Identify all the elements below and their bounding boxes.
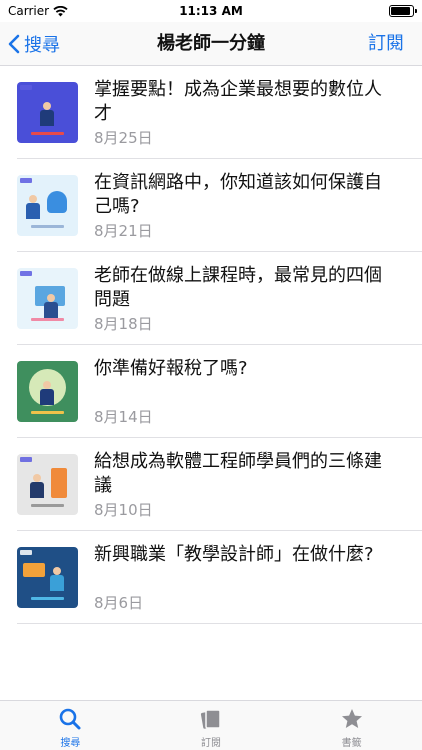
stack-icon bbox=[200, 709, 221, 729]
episode-thumbnail bbox=[17, 454, 78, 515]
episode-row[interactable]: 給想成為軟體工程師學員們的三條建議 8月10日 bbox=[0, 438, 422, 531]
episode-row[interactable]: 新興職業「教學設計師」在做什麼? 8月6日 bbox=[0, 531, 422, 624]
episode-row[interactable]: 老師在做線上課程時，最常見的四個問題 8月18日 bbox=[0, 252, 422, 345]
row-divider bbox=[17, 623, 422, 624]
star-icon bbox=[341, 709, 362, 728]
tab-search-label: 搜尋 bbox=[60, 738, 81, 749]
episode-date: 8月21日 bbox=[94, 222, 153, 240]
battery-icon bbox=[389, 5, 417, 17]
tab-bookmarks[interactable]: 書籤 bbox=[281, 701, 422, 750]
episode-date: 8月10日 bbox=[94, 501, 153, 519]
tab-bookmarks-label: 書籤 bbox=[341, 738, 362, 749]
episode-thumbnail bbox=[17, 82, 78, 143]
navigation-bar: 搜尋 楊老師一分鐘 訂閱 bbox=[0, 22, 422, 66]
episode-date: 8月18日 bbox=[94, 315, 153, 333]
search-icon bbox=[60, 708, 81, 730]
episode-row[interactable]: 你準備好報稅了嗎? 8月14日 bbox=[0, 345, 422, 438]
episode-row[interactable]: 掌握要點！成為企業最想要的數位人才 8月25日 bbox=[0, 66, 422, 159]
back-button[interactable]: 搜尋 bbox=[8, 22, 60, 66]
episode-list: 掌握要點！成為企業最想要的數位人才 8月25日 在資訊網路中，你知道該如何保護自… bbox=[0, 66, 422, 624]
subscribe-button[interactable]: 訂閱 bbox=[368, 22, 404, 66]
tab-subscriptions[interactable]: 訂閱 bbox=[141, 701, 282, 750]
episode-title: 你準備好報稅了嗎? bbox=[94, 358, 248, 379]
tab-search[interactable]: 搜尋 bbox=[0, 701, 141, 750]
episode-title: 掌握要點！成為企業最想要的數位人才 bbox=[94, 79, 382, 124]
tab-bar: 搜尋 訂閱 書籤 bbox=[0, 700, 422, 750]
tab-subscriptions-label: 訂閱 bbox=[201, 738, 221, 749]
episode-thumbnail bbox=[17, 268, 78, 329]
status-bar: Carrier 11:13 AM bbox=[0, 0, 422, 22]
back-button-label: 搜尋 bbox=[24, 35, 60, 56]
episode-date: 8月14日 bbox=[94, 408, 153, 426]
chevron-left-icon bbox=[8, 34, 20, 54]
episode-thumbnail bbox=[17, 547, 78, 608]
episode-title: 新興職業「教學設計師」在做什麼? bbox=[94, 544, 374, 565]
episode-title: 給想成為軟體工程師學員們的三條建議 bbox=[94, 451, 382, 496]
status-time: 11:13 AM bbox=[179, 4, 243, 18]
episode-thumbnail bbox=[17, 361, 78, 422]
episode-date: 8月6日 bbox=[94, 594, 144, 612]
episode-date: 8月25日 bbox=[94, 129, 153, 147]
episode-title: 老師在做線上課程時，最常見的四個問題 bbox=[94, 265, 382, 310]
episode-row[interactable]: 在資訊網路中，你知道該如何保護自己嗎? 8月21日 bbox=[0, 159, 422, 252]
episode-title: 在資訊網路中，你知道該如何保護自己嗎? bbox=[94, 172, 382, 217]
episode-thumbnail bbox=[17, 175, 78, 236]
page-title: 楊老師一分鐘 bbox=[157, 33, 265, 54]
